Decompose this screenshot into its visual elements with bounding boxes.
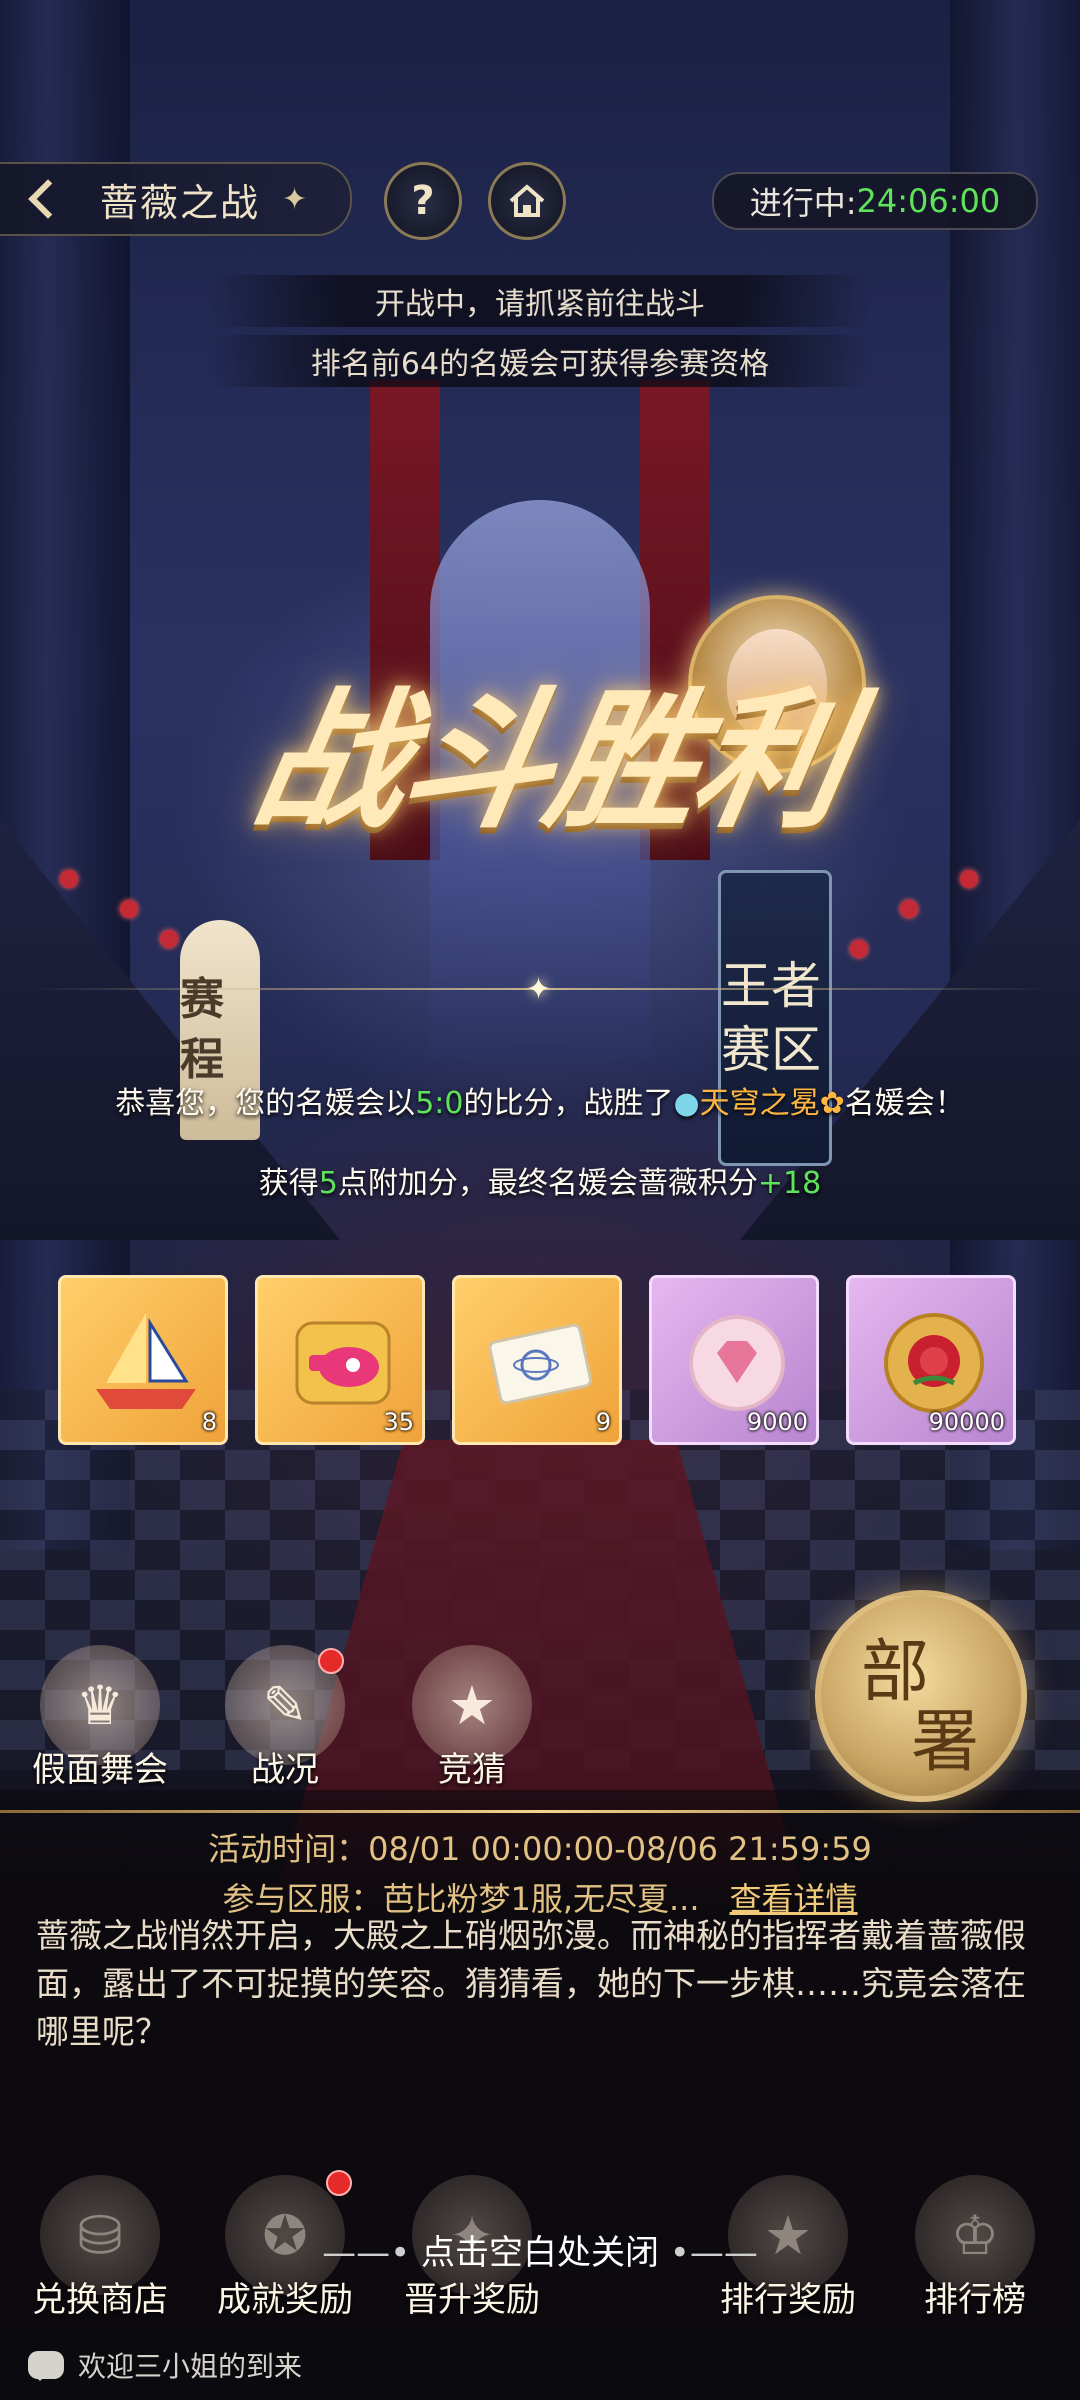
- match-score: 5:0: [415, 1086, 464, 1121]
- rose-decoration: [160, 930, 178, 948]
- victory-title: 战斗胜利: [242, 673, 858, 849]
- rose-decoration: [850, 940, 868, 958]
- help-button[interactable]: ?: [384, 162, 462, 240]
- question-icon: ?: [411, 178, 435, 224]
- flower-icon: ✿: [819, 1086, 845, 1121]
- leaderboard-label: 排行榜: [924, 2280, 1026, 2320]
- mask-icon: ♛: [75, 1673, 125, 1737]
- title-bar: 蔷薇之战 ✦: [0, 162, 352, 236]
- notification-dot: [318, 1648, 344, 1674]
- deploy-label-2: 署: [911, 1703, 980, 1782]
- status-label: 进行中:: [749, 184, 857, 222]
- countdown-timer: 24:06:00: [856, 182, 1001, 220]
- victory-message: 恭喜您，您的名媛会以5:0的比分，战胜了●天穹之冕✿名媛会！: [115, 1086, 965, 1121]
- home-button[interactable]: [488, 162, 566, 240]
- chat-message: 欢迎三小姐的到来: [78, 2350, 303, 2383]
- guess-icon: ★: [447, 1673, 497, 1737]
- event-description: 蔷薇之战悄然开启，大殿之上硝烟弥漫。而神秘的指挥者戴着蔷薇假面，露出了不可捉摸的…: [36, 1916, 1026, 2051]
- rose-decoration: [960, 870, 978, 888]
- bubble-icon: ●: [673, 1086, 700, 1121]
- reward-count: 9000: [746, 1408, 808, 1436]
- rose-decoration: [60, 870, 78, 888]
- whistle-puzzle-icon: [283, 1303, 403, 1423]
- close-hint[interactable]: ——• 点击空白处关闭 •——: [0, 2225, 1080, 2274]
- chat-bar[interactable]: 欢迎三小姐的到来: [0, 2330, 1080, 2400]
- deploy-button[interactable]: 部 署: [815, 1590, 1027, 1802]
- bonus-message: 获得5点附加分，最终名媛会蔷薇积分+18: [258, 1166, 822, 1201]
- back-arrow-icon[interactable]: [16, 171, 72, 227]
- event-status: 进行中: 24:06:00: [712, 172, 1038, 230]
- rose-decoration: [120, 900, 138, 918]
- final-points: +18: [757, 1166, 822, 1201]
- guess-label: 竞猜: [438, 1750, 506, 1790]
- reward-item[interactable]: 9: [452, 1275, 622, 1445]
- gold-divider: [0, 1810, 1080, 1813]
- bonus-points: 5: [318, 1166, 338, 1201]
- reward-item[interactable]: 8: [58, 1275, 228, 1445]
- reward-count: 35: [383, 1408, 414, 1436]
- exchange-shop-label: 兑换商店: [32, 2280, 168, 2320]
- report-icon: ✎: [262, 1673, 308, 1737]
- reward-list: 8 35 9 9000 90000: [58, 1275, 1016, 1445]
- sparkle-icon: ✦: [282, 181, 308, 217]
- masquerade-label: 假面舞会: [32, 1750, 168, 1790]
- star-icon: ✦: [526, 972, 552, 1007]
- diamond-coin-icon: [677, 1303, 797, 1423]
- reward-count: 8: [201, 1408, 217, 1436]
- rank-reward-label: 排行奖励: [720, 2280, 856, 2320]
- reward-count: 90000: [928, 1408, 1005, 1436]
- opponent-name: 天穹之冕: [699, 1086, 820, 1121]
- achievement-reward-label: 成就奖励: [217, 2280, 353, 2320]
- reward-item[interactable]: 35: [255, 1275, 425, 1445]
- notice-line-1: 开战中，请抓紧前往战斗: [210, 275, 870, 327]
- promotion-reward-label: 晋升奖励: [404, 2280, 540, 2320]
- chat-bubble-icon: [28, 2351, 64, 2381]
- zone-label: 王者赛区: [721, 957, 821, 1079]
- reward-item[interactable]: 9000: [649, 1275, 819, 1445]
- battle-status-label: 战况: [251, 1750, 319, 1790]
- notice-line-2: 排名前64的名媛会可获得参赛资格: [210, 335, 870, 387]
- reward-item[interactable]: 90000: [846, 1275, 1016, 1445]
- rose-decoration: [900, 900, 918, 918]
- sailboat-icon: [86, 1303, 206, 1423]
- reward-count: 9: [595, 1408, 611, 1436]
- notification-dot: [326, 2170, 352, 2196]
- rose-coin-icon: [874, 1303, 994, 1423]
- ticket-icon: [480, 1303, 600, 1423]
- event-time: 活动时间：08/01 00:00:00-08/06 21:59:59: [208, 1830, 872, 1868]
- page-title: 蔷薇之战: [100, 180, 261, 225]
- home-icon: [509, 184, 545, 217]
